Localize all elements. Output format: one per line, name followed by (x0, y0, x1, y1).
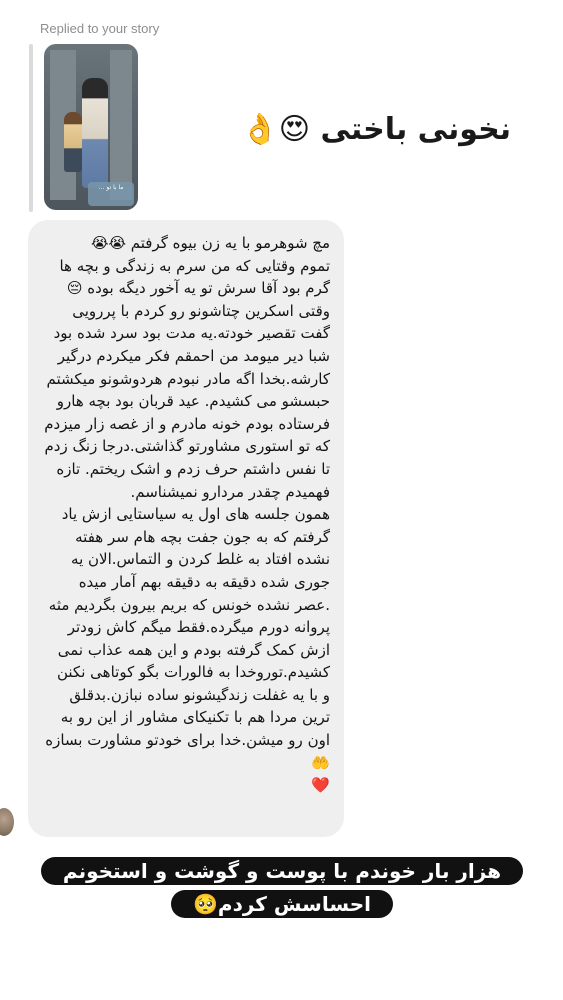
story-person (82, 78, 108, 188)
reaction-message: نخونی باختی 😍👌 (241, 112, 511, 147)
caption-text: هزار بار خوندم با پوست و گوشت و استخونم … (40, 857, 524, 918)
message-text: مچ شوهرمو با یه زن بیوه گرفتم 😭😭 تموم وق… (44, 234, 330, 795)
elevator-panel-right (110, 50, 132, 200)
story-child (64, 112, 82, 172)
replied-to-story-label: Replied to your story (40, 21, 160, 36)
reply-indicator-bar (29, 44, 33, 212)
story-thumbnail[interactable]: … ما با تو (44, 44, 138, 210)
message-bubble[interactable]: مچ شوهرمو با یه زن بیوه گرفتم 😭😭 تموم وق… (28, 220, 344, 837)
story-sticker: … ما با تو (88, 182, 134, 206)
story-caption: هزار بار خوندم با پوست و گوشت و استخونم … (40, 855, 524, 921)
avatar[interactable] (0, 808, 14, 836)
